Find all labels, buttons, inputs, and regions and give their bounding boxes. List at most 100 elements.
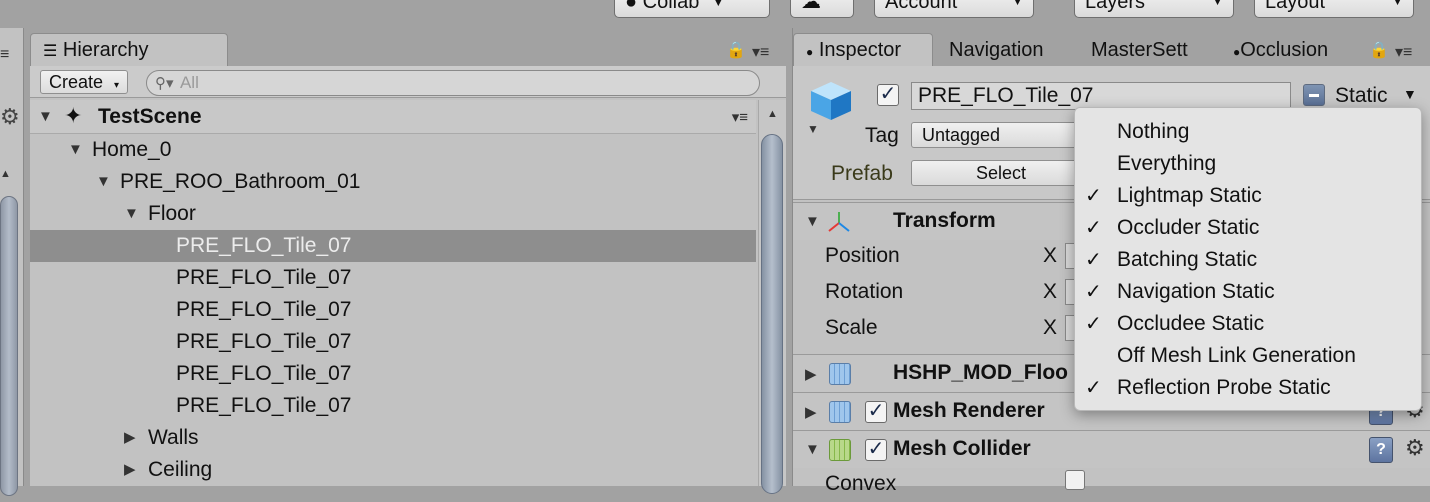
checkmark-icon: ✓ — [1085, 217, 1102, 239]
static-flag-item[interactable]: ✓ Occluder Static — [1075, 212, 1421, 244]
layout-dropdown[interactable]: Layout ▼ — [1254, 0, 1414, 18]
tree-item[interactable]: ▶ Walls — [30, 422, 756, 454]
static-flag-label: Navigation Static — [1117, 280, 1275, 303]
layers-dropdown[interactable]: Layers ▼ — [1074, 0, 1234, 18]
scene-name: TestScene — [98, 105, 202, 128]
mesh-collider-component-header[interactable]: ▼ ✓ Mesh Collider ? ⚙ — [793, 430, 1430, 468]
expand-triangle-icon[interactable]: ▼ — [124, 198, 139, 230]
transform-axes-icon — [828, 212, 850, 232]
tree-item-label: PRE_FLO_Tile_07 — [176, 234, 352, 257]
lock-icon[interactable]: 🔒 — [726, 40, 746, 60]
scrollbar-thumb[interactable] — [761, 134, 783, 494]
static-checkbox[interactable] — [1303, 84, 1325, 106]
chevron-down-icon: ▼ — [1392, 0, 1403, 8]
panel-menu-icon[interactable]: ▾≡ — [1395, 42, 1412, 62]
convex-label: Convex — [825, 472, 897, 495]
static-flag-item[interactable]: Off Mesh Link Generation — [1075, 340, 1421, 372]
unity-logo-icon: ✦ — [64, 103, 83, 128]
hierarchy-scrollbar[interactable]: ▲ — [758, 100, 786, 494]
static-flag-item[interactable]: ✓ Reflection Probe Static — [1075, 372, 1421, 404]
checkmark-icon: ✓ — [1085, 377, 1102, 399]
create-label: Create — [49, 72, 104, 92]
tree-item-label: PRE_FLO_Tile_07 — [176, 394, 352, 417]
tree-item[interactable]: PRE_FLO_Tile_07 — [30, 326, 756, 358]
scroll-up-arrow-icon[interactable]: ▲ — [0, 168, 11, 180]
panel-menu-icon[interactable]: ≡ — [0, 46, 9, 64]
expand-triangle-icon[interactable]: ▼ — [805, 213, 820, 230]
collapsed-triangle-icon[interactable]: ▶ — [124, 454, 136, 486]
scale-x-label: X — [1043, 316, 1058, 339]
expand-triangle-icon[interactable]: ▼ — [68, 134, 83, 166]
tree-item-label: PRE_FLO_Tile_07 — [176, 298, 352, 321]
tree-item[interactable]: ▼ Floor — [30, 198, 756, 230]
icon-dropdown-arrow-icon[interactable]: ▼ — [807, 122, 819, 136]
tree-item[interactable]: PRE_FLO_Tile_07 — [30, 262, 756, 294]
mesh-collider-enabled-checkbox[interactable]: ✓ — [865, 439, 887, 461]
tree-item-label: PRE_FLO_Tile_07 — [176, 330, 352, 353]
scene-menu-icon[interactable]: ▾≡ — [732, 108, 748, 126]
expand-triangle-icon[interactable]: ▼ — [805, 441, 820, 458]
tab-occlusion[interactable]: ●Occlusion — [1233, 34, 1328, 68]
collapsed-triangle-icon[interactable]: ▶ — [805, 365, 817, 383]
scroll-up-arrow-icon[interactable]: ▲ — [767, 108, 778, 120]
static-flag-item[interactable]: Nothing — [1075, 116, 1421, 148]
tree-item-label: PRE_FLO_Tile_07 — [176, 266, 352, 289]
collapsed-triangle-icon[interactable]: ▶ — [805, 403, 817, 421]
scene-header-row[interactable]: ▼ ✦ TestScene ▾≡ — [30, 100, 756, 134]
create-button[interactable]: Create ▾ — [40, 70, 129, 94]
search-input[interactable]: ⚲▾ All — [146, 70, 760, 96]
expand-triangle-icon[interactable]: ▼ — [96, 166, 111, 198]
prefab-select-button[interactable]: Select — [911, 160, 1091, 186]
mesh-renderer-enabled-checkbox[interactable]: ✓ — [865, 401, 887, 423]
cloud-services-button[interactable]: ☁ — [790, 0, 854, 18]
static-dropdown-arrow-icon[interactable]: ▼ — [1403, 86, 1417, 102]
tab-navigation[interactable]: Navigation — [949, 34, 1044, 66]
static-flag-label: Off Mesh Link Generation — [1117, 344, 1356, 367]
active-checkbox[interactable]: ✓ — [877, 84, 899, 106]
static-flag-label: Everything — [1117, 152, 1217, 175]
tab-inspector[interactable]: ● Inspector — [793, 33, 933, 67]
tab-hierarchy-label: Hierarchy — [62, 39, 149, 61]
static-flag-item[interactable]: ✓ Lightmap Static — [1075, 180, 1421, 212]
transform-title: Transform — [893, 209, 996, 232]
tree-item[interactable]: ▼ Home_0 — [30, 134, 756, 166]
gear-icon[interactable]: ⚙ — [1405, 435, 1425, 461]
static-flag-item[interactable]: ✓ Occludee Static — [1075, 308, 1421, 340]
panel-menu-icon[interactable]: ▾≡ — [752, 42, 769, 62]
tree-item[interactable]: PRE_FLO_Tile_07 — [30, 230, 756, 262]
object-name-field[interactable]: PRE_FLO_Tile_07 — [911, 82, 1291, 110]
left-panel-edge: ≡ ⚙ ▲ — [0, 28, 24, 496]
checkmark-icon: ✓ — [1085, 185, 1102, 207]
top-toolbar: ● Collab ▼ ☁ Account ▼ Layers ▼ Layout ▼ — [0, 0, 1430, 28]
position-label: Position — [825, 244, 900, 267]
account-dropdown[interactable]: Account ▼ — [874, 0, 1034, 18]
static-flag-item[interactable]: ✓ Batching Static — [1075, 244, 1421, 276]
hierarchy-tabbar: ☰ Hierarchy 🔒 ▾≡ — [30, 28, 786, 67]
rotation-label: Rotation — [825, 280, 904, 303]
tree-item[interactable]: PRE_FLO_Tile_07 — [30, 358, 756, 390]
tree-item-label: PRE_ROO_Bathroom_01 — [120, 170, 361, 193]
static-flag-item[interactable]: Everything — [1075, 148, 1421, 180]
static-flag-item[interactable]: ✓ Navigation Static — [1075, 276, 1421, 308]
scrollbar-thumb[interactable] — [0, 196, 18, 496]
tree-item[interactable]: ▼ PRE_ROO_Bathroom_01 — [30, 166, 756, 198]
static-flags-popup: Nothing Everything ✓ Lightmap Static ✓ Occlud… — [1074, 107, 1422, 411]
tree-item[interactable]: PRE_FLO_Tile_07 — [30, 390, 756, 422]
layout-label: Layout — [1265, 0, 1326, 13]
rotation-x-label: X — [1043, 280, 1058, 303]
tree-item[interactable]: PRE_FLO_Tile_07 — [30, 294, 756, 326]
info-icon: ● — [806, 45, 814, 59]
tab-mastersett[interactable]: MasterSett — [1091, 34, 1188, 66]
convex-checkbox[interactable] — [1065, 470, 1085, 490]
collapsed-triangle-icon[interactable]: ▶ — [124, 422, 136, 454]
collab-button[interactable]: ● Collab ▼ — [614, 0, 770, 18]
tree-item[interactable]: ▶ Ceiling — [30, 454, 756, 486]
collab-label: Collab — [642, 0, 700, 13]
chevron-down-icon: ▼ — [1212, 0, 1223, 8]
help-icon[interactable]: ? — [1369, 437, 1393, 463]
tab-hierarchy[interactable]: ☰ Hierarchy — [30, 33, 228, 67]
static-label: Static — [1335, 84, 1388, 107]
gear-icon[interactable]: ⚙ — [0, 104, 20, 130]
lock-icon[interactable]: 🔒 — [1369, 40, 1389, 60]
expand-triangle-icon[interactable]: ▼ — [38, 108, 53, 125]
